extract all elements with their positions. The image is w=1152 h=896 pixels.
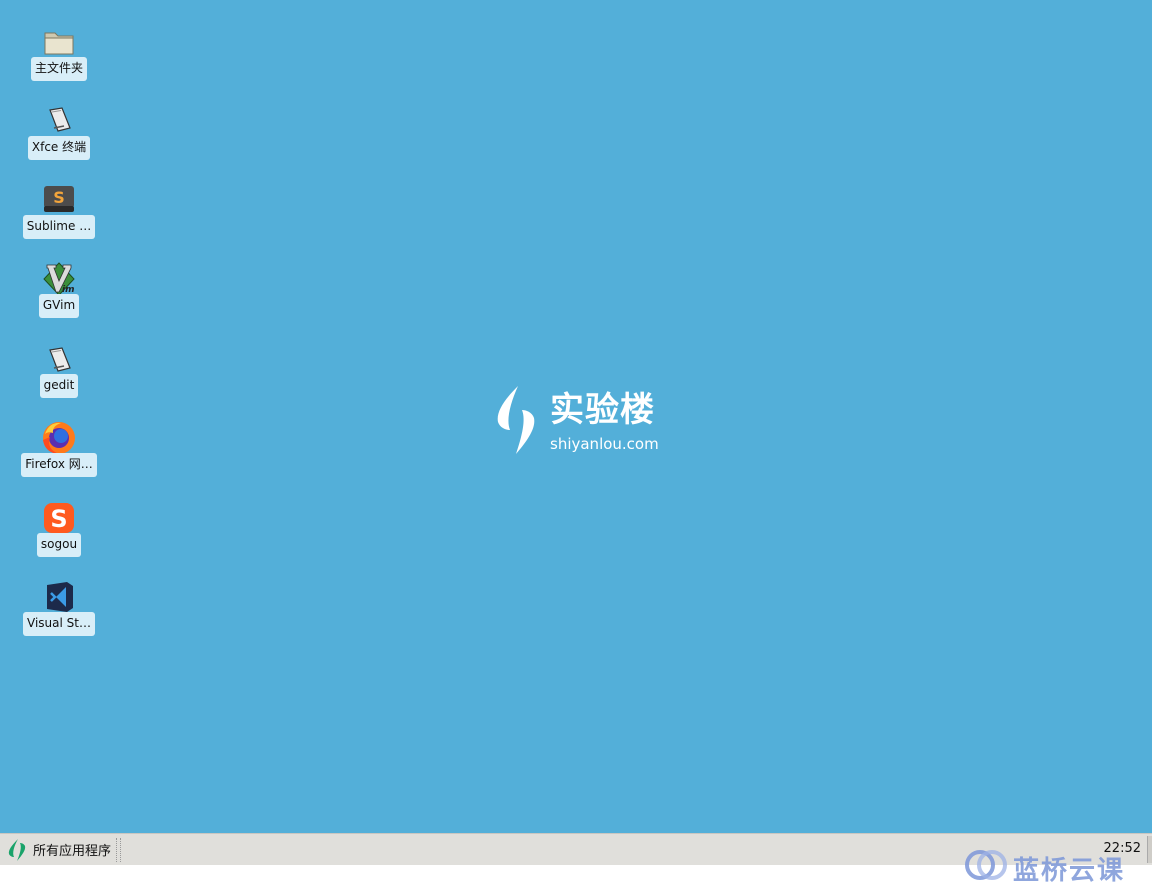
desktop-icon-label: gedit <box>39 374 79 398</box>
vscode-icon <box>47 582 73 612</box>
svg-text:S: S <box>50 505 67 533</box>
desktop-icon-firefox[interactable]: Firefox 网… <box>0 422 118 498</box>
wallpaper-logo-cn: 实验楼 <box>550 390 655 430</box>
desktop-icon-label: Visual St… <box>23 612 95 636</box>
applications-menu-button[interactable]: 所有应用程序 <box>3 836 115 863</box>
shiyanlou-leaf-icon <box>497 386 535 454</box>
shiyanlou-leaf-icon <box>8 838 26 861</box>
sublime-icon: S <box>44 186 74 212</box>
desktop-icon-label: Firefox 网… <box>21 453 97 477</box>
desktop-icon-label: Xfce 终端 <box>27 136 91 160</box>
wallpaper-logo-en: shiyanlou.com <box>550 435 659 453</box>
panel-separator <box>116 838 121 862</box>
folder-icon <box>44 32 74 55</box>
firefox-icon <box>43 422 75 454</box>
desktop-icon-sogou[interactable]: S sogou <box>0 502 118 578</box>
desktop-icon-gvim[interactable]: im GVim <box>0 262 118 339</box>
desktop-icon-vscode[interactable]: Visual St… <box>0 581 118 657</box>
desktop-icon-sublime[interactable]: S Sublime … <box>0 184 118 260</box>
watermark-text: 蓝桥云课 <box>1013 856 1126 886</box>
svg-text:S: S <box>53 188 65 207</box>
desktop-icon-label: 主文件夹 <box>30 57 87 81</box>
desktop-icon-gedit[interactable]: gedit <box>0 343 118 419</box>
desktop[interactable]: 主文件夹 Xfce 终端 S Sublime … im GVim gedit F… <box>0 0 1152 833</box>
lanqiao-watermark: 蓝桥云课 <box>963 848 1148 886</box>
applications-menu-label: 所有应用程序 <box>33 844 112 859</box>
sogou-icon: S <box>44 503 74 533</box>
desktop-icon-terminal[interactable]: Xfce 终端 <box>0 105 118 181</box>
vim-icon: im <box>43 262 75 296</box>
desktop-icon-label: Sublime … <box>22 215 96 239</box>
desktop-icon-label: GVim <box>38 294 80 318</box>
terminal-icon <box>49 107 71 132</box>
lanqiao-logo-icon <box>965 850 1007 880</box>
gedit-icon <box>49 347 71 372</box>
desktop-icon-label: sogou <box>36 533 82 557</box>
desktop-icon-home-folder[interactable]: 主文件夹 <box>0 26 118 102</box>
wallpaper-logo: 实验楼 shiyanlou.com <box>494 384 674 458</box>
